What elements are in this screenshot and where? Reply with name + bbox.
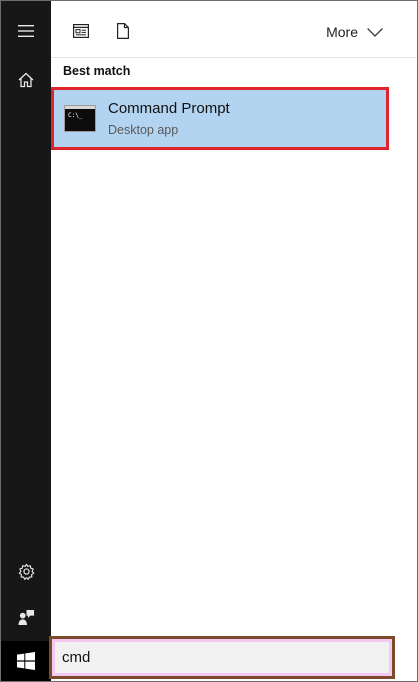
gear-icon (18, 563, 35, 580)
home-button[interactable] (1, 57, 51, 103)
search-box (49, 636, 395, 679)
command-prompt-icon-text: C:\_ (68, 112, 83, 119)
hamburger-menu-icon (18, 25, 34, 37)
command-prompt-result[interactable]: C:\_ Command Prompt Desktop app (51, 87, 389, 150)
document-icon (117, 23, 129, 39)
result-subtitle: Desktop app (108, 123, 179, 137)
chevron-down-icon (367, 27, 383, 37)
command-prompt-icon: C:\_ (64, 105, 96, 132)
apps-filter-button[interactable] (68, 18, 94, 44)
settings-button[interactable] (1, 548, 51, 594)
result-title: Command Prompt (108, 100, 230, 117)
toolbar-divider (51, 57, 417, 58)
navigation-rail (1, 1, 51, 681)
search-results-panel: More Best match C:\_ Command Prompt Desk… (51, 1, 417, 681)
feedback-icon (17, 609, 35, 626)
best-match-heading: Best match (63, 64, 131, 78)
menu-button[interactable] (1, 8, 51, 54)
apps-filter-icon (73, 24, 89, 38)
feedback-button[interactable] (1, 594, 51, 640)
documents-filter-button[interactable] (110, 18, 136, 44)
search-input[interactable] (58, 644, 386, 671)
more-label: More (326, 24, 358, 40)
more-filters-dropdown[interactable]: More (326, 21, 383, 43)
windows-start-icon (17, 652, 35, 670)
search-window: More Best match C:\_ Command Prompt Desk… (0, 0, 418, 682)
filter-toolbar: More (51, 1, 417, 59)
home-icon (18, 72, 34, 88)
start-button[interactable] (1, 641, 51, 681)
